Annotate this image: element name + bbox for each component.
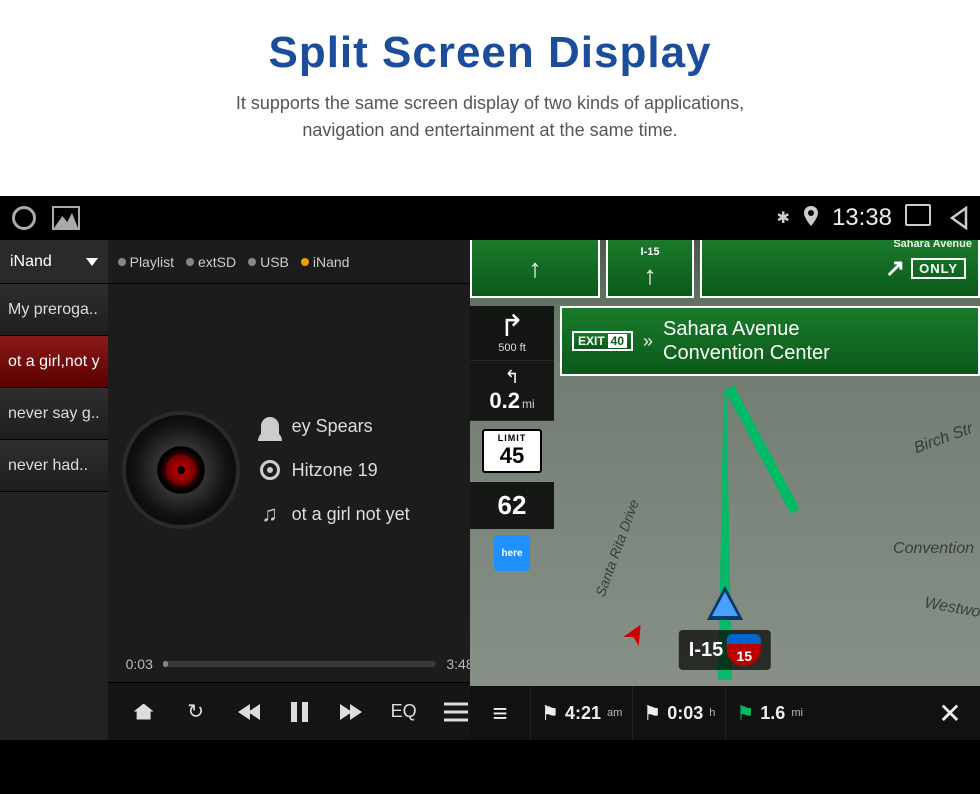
subtitle-line-1: It supports the same screen display of t…	[0, 90, 980, 117]
previous-button[interactable]	[222, 692, 274, 732]
bluetooth-icon: ✱	[777, 208, 790, 228]
arrow-up-icon: ↑	[529, 253, 542, 284]
chevron-right-icon: »	[643, 331, 653, 352]
lane-sign-right: Sahara Avenue ↗ ONLY	[700, 240, 980, 298]
street-label: Convention	[893, 540, 974, 558]
flag-icon: ⚑	[643, 701, 661, 726]
elapsed-time: 0:03	[126, 656, 153, 672]
page-title: Split Screen Display	[0, 28, 980, 78]
turn-right-icon: ↱	[474, 312, 550, 342]
lane-sign-left: ↑	[470, 240, 600, 298]
skip-previous-icon	[238, 704, 258, 720]
track-item[interactable]: never had..	[0, 440, 108, 492]
nav-close-button[interactable]: ✕	[920, 697, 980, 730]
vehicle-cursor-icon	[707, 586, 743, 620]
chevron-down-icon	[86, 258, 98, 266]
source-dropdown[interactable]: iNand	[0, 240, 108, 284]
location-icon	[804, 206, 818, 231]
track-item[interactable]: never say g..	[0, 388, 108, 440]
source-tab-usb[interactable]: USB	[248, 254, 289, 270]
current-road-badge: I-15 15	[679, 630, 771, 670]
page-subtitle: It supports the same screen display of t…	[0, 90, 980, 144]
nav-hud: ↱ 500 ft ↰ 0.2mi LIMIT 45 62 here	[470, 306, 554, 577]
turn-left-icon: ↰	[474, 367, 550, 388]
arrow-up-right-icon: ↗	[885, 254, 905, 283]
pause-button[interactable]	[274, 692, 326, 732]
recent-apps-icon[interactable]	[12, 206, 36, 230]
list-icon	[444, 702, 468, 722]
artist-name: ey Spears	[292, 416, 373, 437]
playlist-sidebar: iNand My preroga.. ot a girl,not y never…	[0, 240, 108, 740]
hud-current-speed: 62	[470, 482, 554, 529]
hud-following-turn: ↰ 0.2mi	[470, 361, 554, 421]
source-tab-extsd[interactable]: extSD	[186, 254, 236, 270]
album-name: Hitzone 19	[292, 460, 378, 481]
flag-icon: ⚑	[541, 701, 559, 726]
repeat-icon: ↻	[187, 699, 204, 724]
pause-icon	[291, 702, 308, 722]
subtitle-line-2: navigation and entertainment at the same…	[0, 117, 980, 144]
only-badge: ONLY	[911, 258, 966, 279]
track-name: ot a girl not yet	[292, 504, 410, 525]
track-item[interactable]: ot a girl,not y	[0, 336, 108, 388]
hud-speed-limit: LIMIT 45	[470, 421, 554, 482]
track-icon: ♫	[258, 502, 282, 526]
source-tabs: Playlist extSD USB iNand	[108, 240, 492, 284]
nav-menu-button[interactable]: ≡	[470, 698, 530, 729]
exit-badge: EXIT 40	[572, 331, 633, 351]
nav-eta-block[interactable]: ⚑ 4:21am	[530, 686, 632, 740]
source-tab-inand[interactable]: iNand	[301, 254, 350, 270]
track-row: ♫ ot a girl not yet	[258, 502, 410, 526]
sign-street-label: Sahara Avenue	[893, 240, 972, 250]
menu-icon: ≡	[492, 698, 507, 728]
progress-row: 0:03 3:48	[108, 656, 492, 682]
artist-icon	[258, 414, 282, 438]
nav-time-remaining-block[interactable]: ⚑ 0:03h	[632, 686, 725, 740]
watermark: Seicane	[0, 758, 980, 788]
hud-next-turn: ↱ 500 ft	[470, 306, 554, 361]
nav-distance-block[interactable]: ⚑ 1.6mi	[725, 686, 813, 740]
skip-next-icon	[342, 704, 362, 720]
nav-bottom-bar: ≡ ⚑ 4:21am ⚑ 0:03h ⚑ 1.6mi ✕	[470, 686, 980, 740]
track-item[interactable]: My preroga..	[0, 284, 108, 336]
home-icon	[134, 704, 154, 720]
here-logo-icon: here	[494, 535, 530, 571]
player-controls: ↻ EQ	[108, 682, 492, 740]
music-pane: iNand My preroga.. ot a girl,not y never…	[0, 240, 470, 740]
next-button[interactable]	[326, 692, 378, 732]
back-icon[interactable]	[948, 206, 968, 230]
album-row: Hitzone 19	[258, 458, 410, 482]
home-button[interactable]	[118, 692, 170, 732]
destination-banner: EXIT 40 » Sahara Avenue Convention Cente…	[560, 306, 980, 376]
highway-label: I-15	[641, 246, 660, 258]
destination-line-1: Sahara Avenue	[663, 317, 830, 341]
source-dropdown-label: iNand	[10, 253, 52, 271]
lane-sign-mid: I-15 ↑	[606, 240, 694, 298]
interstate-shield-icon: 15	[727, 634, 761, 666]
arrow-up-icon: ↑	[644, 260, 657, 291]
now-playing: ey Spears Hitzone 19 ♫ ot a girl not yet	[108, 284, 492, 656]
progress-fill	[163, 661, 168, 667]
flag-icon: ⚑	[736, 701, 754, 726]
gallery-icon[interactable]	[52, 206, 80, 230]
status-bar: ✱ 13:38	[0, 196, 980, 240]
clock: 13:38	[832, 204, 892, 232]
multitask-icon[interactable]	[906, 207, 928, 225]
repeat-button[interactable]: ↻	[170, 692, 222, 732]
source-tab-playlist[interactable]: Playlist	[118, 254, 174, 270]
music-main: Playlist extSD USB iNand ey Spears	[108, 240, 492, 740]
navigation-pane[interactable]: ↑ I-15 ↑ Sahara Avenue ↗ ONLY EXIT 40 » …	[470, 240, 980, 740]
close-icon: ✕	[938, 698, 961, 729]
album-art-disc[interactable]	[126, 415, 236, 525]
destination-line-2: Convention Center	[663, 341, 830, 365]
eq-button[interactable]: EQ	[378, 692, 430, 732]
device-screenshot: ✱ 13:38 iNand My preroga.. ot a girl,not…	[0, 196, 980, 794]
progress-bar[interactable]	[163, 661, 437, 667]
artist-row: ey Spears	[258, 414, 410, 438]
album-icon	[258, 458, 282, 482]
